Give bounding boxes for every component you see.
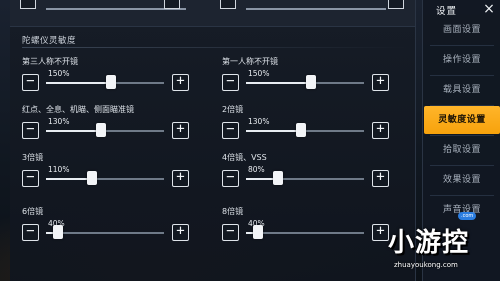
setting-label: 3倍镜 — [22, 153, 44, 162]
setting-label: 2倍镜 — [222, 105, 244, 114]
sensitivity-setting: 6倍镜 −40% + — [22, 206, 192, 262]
sensitivity-setting: 8倍镜 −40% + — [222, 206, 392, 262]
slider-fill — [246, 82, 311, 84]
watermark-url: zhuayoukong.com — [394, 261, 458, 269]
sidebar-item[interactable]: 画面设置 — [424, 16, 500, 44]
decrease-button[interactable]: − — [222, 122, 239, 139]
increase-button[interactable]: + — [172, 74, 189, 91]
slider-fill — [246, 130, 302, 132]
watermark-brand: 小游控 — [388, 228, 470, 258]
section-title: 陀螺仪灵敏度 — [22, 36, 77, 46]
sidebar-item[interactable]: 拾取设置 — [424, 136, 500, 164]
increase-button[interactable]: + — [372, 170, 389, 187]
decrease-button[interactable]: − — [222, 74, 239, 91]
setting-label: 8倍镜 — [222, 207, 244, 216]
slider-track[interactable] — [246, 75, 364, 89]
slider-fill — [46, 178, 93, 180]
increase-button[interactable]: + — [172, 224, 189, 241]
previous-slider-2[interactable] — [246, 0, 386, 10]
sensitivity-setting: 4倍镜、VSS −80% + — [222, 152, 392, 208]
decrease-button[interactable]: − — [222, 224, 239, 241]
watermark-logo: 小游控 .com zhuayoukong.com — [380, 212, 500, 281]
setting-value: 150% — [248, 69, 270, 78]
slider-thumb[interactable] — [272, 171, 283, 185]
slider-track[interactable] — [46, 225, 164, 239]
increase-button[interactable]: + — [172, 170, 189, 187]
slider-fill — [46, 82, 111, 84]
decrease-button[interactable]: − — [22, 170, 39, 187]
slider-track[interactable] — [46, 171, 164, 185]
setting-label: 第一人称不开镜 — [222, 57, 278, 66]
previous-minus-button-2[interactable] — [220, 0, 236, 9]
slider-track[interactable] — [46, 75, 164, 89]
setting-value: 150% — [48, 69, 70, 78]
decrease-button[interactable]: − — [22, 74, 39, 91]
decrease-button[interactable]: − — [22, 122, 39, 139]
slider-thumb[interactable] — [105, 75, 116, 89]
increase-button[interactable]: + — [172, 122, 189, 139]
setting-value: 80% — [248, 165, 265, 174]
previous-section-strip — [10, 0, 415, 27]
slider-thumb[interactable] — [52, 225, 63, 239]
decrease-button[interactable]: − — [22, 224, 39, 241]
setting-value: 110% — [48, 165, 70, 174]
slider-track[interactable] — [246, 171, 364, 185]
increase-button[interactable]: + — [372, 122, 389, 139]
slider-fill — [46, 130, 102, 132]
slider-thumb[interactable] — [96, 123, 107, 137]
watermark-badge: .com — [458, 212, 477, 220]
slider-thumb[interactable] — [252, 225, 263, 239]
previous-plus-button[interactable] — [164, 0, 180, 9]
slider-thumb[interactable] — [296, 123, 307, 137]
slider-thumb[interactable] — [305, 75, 316, 89]
setting-label: 红点、全息、机瞄、侧面瞄准镜 — [22, 105, 134, 114]
sidebar-item[interactable]: 灵敏度设置 — [424, 106, 500, 134]
setting-label: 4倍镜、VSS — [222, 153, 267, 162]
sidebar-item[interactable]: 效果设置 — [424, 166, 500, 194]
increase-button[interactable]: + — [372, 74, 389, 91]
previous-plus-button-2[interactable] — [388, 0, 404, 9]
setting-value: 130% — [248, 117, 270, 126]
setting-value: 130% — [48, 117, 70, 126]
slider-track[interactable] — [46, 123, 164, 137]
setting-label: 6倍镜 — [22, 207, 44, 216]
sidebar-title: 设置 — [436, 6, 458, 17]
section-divider — [22, 47, 407, 48]
previous-minus-button[interactable] — [20, 0, 36, 9]
sensitivity-setting: 3倍镜 −110% + — [22, 152, 192, 208]
sidebar-item[interactable]: 操作设置 — [424, 46, 500, 74]
sidebar-item[interactable]: 载具设置 — [424, 76, 500, 104]
slider-thumb[interactable] — [87, 171, 98, 185]
decrease-button[interactable]: − — [222, 170, 239, 187]
slider-track[interactable] — [246, 123, 364, 137]
setting-label: 第三人称不开镜 — [22, 57, 78, 66]
slider-track[interactable] — [246, 225, 364, 239]
